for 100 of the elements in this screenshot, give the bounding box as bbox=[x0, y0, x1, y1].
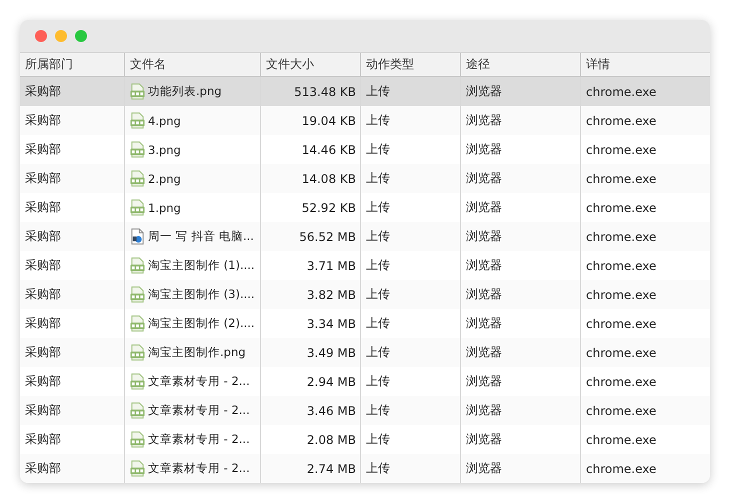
file-name: 淘宝主图制作 (3).... bbox=[148, 287, 255, 302]
table-cell: 上传 bbox=[366, 373, 390, 390]
column-header[interactable]: 途径 bbox=[461, 53, 581, 76]
table-cell: 采购部 bbox=[25, 257, 61, 274]
table-cell: 3.34 MB bbox=[306, 316, 356, 330]
table-cell: 2.08 MB bbox=[306, 432, 356, 446]
table-cell: chrome.exe bbox=[586, 258, 656, 272]
close-button[interactable] bbox=[35, 30, 47, 42]
column-header[interactable]: 文件大小 bbox=[261, 53, 361, 76]
image-file-icon bbox=[130, 344, 145, 361]
table-cell: chrome.exe bbox=[586, 346, 656, 360]
table-cell: 14.46 KB bbox=[302, 142, 356, 156]
table-row[interactable]: 采购部 文章素材专用 - 2... 2.74 MB 上传 浏览器 chrome.exe bbox=[20, 454, 710, 483]
table-row[interactable]: 采购部 淘宝主图制作 (2).... 3.34 MB 上传 浏览器 chrome.exe bbox=[20, 309, 710, 338]
table-cell: chrome.exe bbox=[586, 172, 656, 186]
table-cell: 采购部 bbox=[25, 199, 61, 216]
table-cell: 上传 bbox=[366, 344, 390, 361]
table-row[interactable]: 采购部 2.png 14.08 KB 上传 浏览器 chrome.exe bbox=[20, 164, 710, 193]
table-cell: 上传 bbox=[366, 83, 390, 100]
file-name: 文章素材专用 - 2... bbox=[148, 432, 250, 447]
table-cell: chrome.exe bbox=[586, 288, 656, 302]
table-cell: 采购部 bbox=[25, 141, 61, 158]
image-file-icon bbox=[130, 257, 145, 274]
table-cell: 3.71 MB bbox=[306, 258, 356, 272]
table-cell: 513.48 KB bbox=[294, 84, 356, 98]
image-file-icon bbox=[130, 460, 145, 477]
table-row[interactable]: 采购部 1.png 52.92 KB 上传 浏览器 chrome.exe bbox=[20, 193, 710, 222]
file-name: 淘宝主图制作 (1).... bbox=[148, 258, 255, 273]
table-cell: 浏览器 bbox=[466, 257, 502, 274]
table-cell: 3.49 MB bbox=[306, 346, 356, 360]
table-cell: 采购部 bbox=[25, 402, 61, 419]
media-file-icon bbox=[130, 228, 145, 245]
table-cell: 上传 bbox=[366, 141, 390, 158]
file-name: 淘宝主图制作 (2).... bbox=[148, 316, 255, 331]
table-cell: chrome.exe bbox=[586, 230, 656, 244]
table-cell: 14.08 KB bbox=[302, 172, 356, 186]
table-cell: 浏览器 bbox=[466, 402, 502, 419]
table-row[interactable]: 采购部 功能列表.png 513.48 KB 上传 浏览器 chrome.exe bbox=[20, 77, 710, 106]
table-row[interactable]: 采购部 淘宝主图制作.png 3.49 MB 上传 浏览器 chrome.exe bbox=[20, 338, 710, 367]
column-header[interactable]: 文件名 bbox=[125, 53, 261, 76]
table-cell: chrome.exe bbox=[586, 462, 656, 476]
image-file-icon bbox=[130, 170, 145, 187]
table-cell: 浏览器 bbox=[466, 141, 502, 158]
table-cell: 上传 bbox=[366, 199, 390, 216]
table-row[interactable]: 采购部 淘宝主图制作 (1).... 3.71 MB 上传 浏览器 chrome.exe bbox=[20, 251, 710, 280]
file-name: 文章素材专用 - 2... bbox=[148, 461, 250, 476]
table-cell: 上传 bbox=[366, 315, 390, 332]
table-cell: 3.46 MB bbox=[306, 404, 356, 418]
table-row[interactable]: 采购部 文章素材专用 - 2... 2.94 MB 上传 浏览器 chrome.exe bbox=[20, 367, 710, 396]
image-file-icon bbox=[130, 315, 145, 332]
table-cell: chrome.exe bbox=[586, 142, 656, 156]
table-cell: chrome.exe bbox=[586, 84, 656, 98]
table-cell: chrome.exe bbox=[586, 200, 656, 214]
table-cell: 56.52 MB bbox=[299, 230, 356, 244]
table-cell: 采购部 bbox=[25, 373, 61, 390]
table-cell: 52.92 KB bbox=[302, 200, 356, 214]
table-cell: 浏览器 bbox=[466, 286, 502, 303]
table-cell: 浏览器 bbox=[466, 344, 502, 361]
table-cell: 上传 bbox=[366, 170, 390, 187]
table-cell: chrome.exe bbox=[586, 316, 656, 330]
table-cell: 采购部 bbox=[25, 315, 61, 332]
table-cell: 浏览器 bbox=[466, 315, 502, 332]
column-header[interactable]: 详情 bbox=[581, 53, 710, 76]
table-cell: 采购部 bbox=[25, 344, 61, 361]
table-row[interactable]: 采购部 淘宝主图制作 (3).... 3.82 MB 上传 浏览器 chrome.exe bbox=[20, 280, 710, 309]
table-cell: 上传 bbox=[366, 228, 390, 245]
file-name: 功能列表.png bbox=[148, 84, 222, 99]
table-cell: 采购部 bbox=[25, 460, 61, 477]
image-file-icon bbox=[130, 112, 145, 129]
table-row[interactable]: 采购部 周一 写 抖音 电脑... 56.52 MB 上传 浏览器 chrome.exe bbox=[20, 222, 710, 251]
table-cell: 浏览器 bbox=[466, 170, 502, 187]
column-header[interactable]: 动作类型 bbox=[361, 53, 461, 76]
table-cell: chrome.exe bbox=[586, 374, 656, 388]
table-cell: 浏览器 bbox=[466, 373, 502, 390]
table-cell: 3.82 MB bbox=[306, 288, 356, 302]
table-cell: 19.04 KB bbox=[302, 114, 356, 128]
minimize-button[interactable] bbox=[55, 30, 67, 42]
file-name: 1.png bbox=[148, 200, 181, 214]
table-cell: 浏览器 bbox=[466, 199, 502, 216]
image-file-icon bbox=[130, 83, 145, 100]
table-cell: 采购部 bbox=[25, 286, 61, 303]
table-cell: 上传 bbox=[366, 257, 390, 274]
image-file-icon bbox=[130, 199, 145, 216]
table-cell: 浏览器 bbox=[466, 460, 502, 477]
file-name: 2.png bbox=[148, 172, 181, 186]
file-name: 周一 写 抖音 电脑... bbox=[148, 229, 254, 244]
table-cell: 采购部 bbox=[25, 431, 61, 448]
table-row[interactable]: 采购部 4.png 19.04 KB 上传 浏览器 chrome.exe bbox=[20, 106, 710, 135]
table-row[interactable]: 采购部 3.png 14.46 KB 上传 浏览器 chrome.exe bbox=[20, 135, 710, 164]
table-cell: 采购部 bbox=[25, 228, 61, 245]
table-row[interactable]: 采购部 文章素材专用 - 2... 2.08 MB 上传 浏览器 chrome.exe bbox=[20, 425, 710, 454]
table-cell: 采购部 bbox=[25, 83, 61, 100]
zoom-button[interactable] bbox=[75, 30, 87, 42]
table-cell: 采购部 bbox=[25, 170, 61, 187]
table-row[interactable]: 采购部 文章素材专用 - 2... 3.46 MB 上传 浏览器 chrome.exe bbox=[20, 396, 710, 425]
image-file-icon bbox=[130, 431, 145, 448]
table-cell: 上传 bbox=[366, 286, 390, 303]
table-cell: 采购部 bbox=[25, 112, 61, 129]
column-header[interactable]: 所属部门 bbox=[20, 53, 125, 76]
table-cell: chrome.exe bbox=[586, 404, 656, 418]
